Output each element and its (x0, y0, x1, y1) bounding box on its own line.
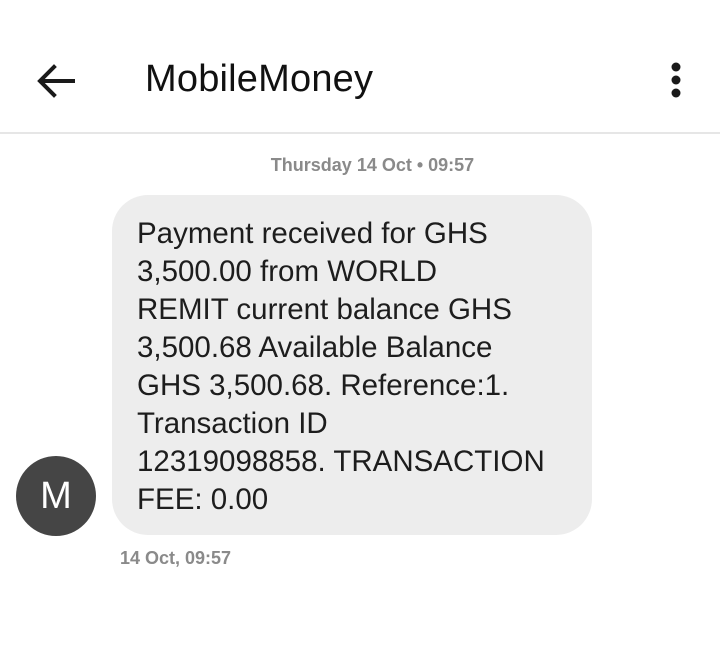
message-bubble[interactable]: Payment received for GHS 3,500.00 from W… (112, 195, 592, 535)
message-line: Transaction ID (137, 407, 328, 440)
message-line: Payment received for GHS (137, 217, 488, 250)
message-line: 3,500.68 Available Balance (137, 331, 493, 364)
app-bar: MobileMoney (0, 0, 720, 134)
messages-app: MobileMoney Thursday 14 Oct • 09:57 Paym… (0, 0, 720, 652)
arrow-left-icon (37, 64, 75, 98)
message-line: FEE: 0.00 (137, 483, 269, 516)
conversation-title: MobileMoney (145, 58, 374, 100)
message-line: GHS 3,500.68. Reference:1. (137, 369, 510, 402)
message-line: REMIT current balance GHS (137, 293, 512, 326)
more-vertical-icon (671, 62, 681, 98)
message-line: 12319098858. TRANSACTION (137, 445, 545, 478)
message-text: Payment received for GHS 3,500.00 from W… (137, 215, 572, 519)
date-separator: Thursday 14 Oct • 09:57 (270, 155, 475, 175)
message-line: 3,500.00 from WORLD (137, 255, 438, 288)
back-button[interactable] (30, 55, 82, 107)
more-options-button[interactable] (656, 58, 696, 102)
sender-avatar[interactable]: M (16, 456, 96, 536)
message-timestamp: 14 Oct, 09:57 (120, 548, 232, 568)
